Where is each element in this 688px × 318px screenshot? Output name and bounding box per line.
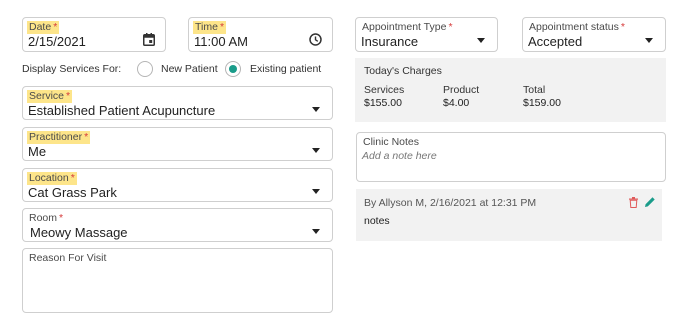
reason-for-visit-textarea[interactable]: Reason For Visit bbox=[22, 248, 333, 313]
note-entry: By Allyson M, 2/16/2021 at 12:31 PM note… bbox=[356, 189, 662, 241]
existing-patient-radio[interactable] bbox=[225, 61, 241, 77]
date-label: Date * bbox=[27, 21, 60, 34]
todays-charges-title: Today's Charges bbox=[364, 65, 442, 77]
edit-icon[interactable] bbox=[644, 196, 656, 208]
charges-product-value: $4.00 bbox=[443, 97, 470, 109]
clinic-notes-input[interactable]: Add a note here bbox=[362, 150, 437, 162]
calendar-icon[interactable] bbox=[143, 33, 155, 46]
date-value[interactable]: 2/15/2021 bbox=[28, 34, 86, 49]
practitioner-label: Practitioner * bbox=[27, 131, 91, 144]
charges-product-header: Product bbox=[443, 84, 480, 96]
charges-services-value: $155.00 bbox=[364, 97, 402, 109]
note-text: notes bbox=[364, 215, 390, 227]
chevron-down-icon[interactable] bbox=[312, 107, 320, 112]
charges-services-header: Services bbox=[364, 84, 405, 96]
service-select[interactable]: Service * Established Patient Acupuncture bbox=[22, 86, 333, 120]
room-label: Room * bbox=[29, 212, 64, 224]
room-select[interactable]: Room * Meowy Massage bbox=[22, 208, 333, 242]
chevron-down-icon[interactable] bbox=[645, 38, 653, 43]
chevron-down-icon[interactable] bbox=[312, 229, 320, 234]
delete-icon[interactable] bbox=[629, 197, 638, 208]
appointment-type-select[interactable]: Appointment Type * Insurance bbox=[355, 17, 498, 52]
clinic-notes-field[interactable]: Clinic Notes Add a note here bbox=[356, 132, 666, 182]
existing-patient-label[interactable]: Existing patient bbox=[250, 63, 321, 75]
appointment-type-value[interactable]: Insurance bbox=[361, 34, 418, 49]
time-value[interactable]: 11:00 AM bbox=[194, 34, 248, 49]
time-label: Time * bbox=[193, 21, 227, 34]
chevron-down-icon[interactable] bbox=[312, 148, 320, 153]
service-label: Service * bbox=[27, 90, 73, 103]
charges-total-header: Total bbox=[523, 84, 546, 96]
location-label: Location * bbox=[27, 172, 77, 185]
note-meta: By Allyson M, 2/16/2021 at 12:31 PM bbox=[364, 197, 537, 209]
time-field[interactable]: Time * 11:00 AM bbox=[188, 17, 333, 52]
display-services-label: Display Services For: bbox=[22, 63, 122, 75]
practitioner-select[interactable]: Practitioner * Me bbox=[22, 127, 333, 161]
clock-icon[interactable] bbox=[309, 33, 322, 46]
appointment-status-value[interactable]: Accepted bbox=[528, 34, 582, 49]
appointment-status-label: Appointment status * bbox=[529, 21, 625, 33]
todays-charges-panel: Today's Charges Services $155.00 Product… bbox=[355, 58, 666, 122]
date-field[interactable]: Date * 2/15/2021 bbox=[22, 17, 166, 52]
appointment-type-label: Appointment Type * bbox=[362, 21, 453, 33]
location-value[interactable]: Cat Grass Park bbox=[28, 185, 117, 200]
appointment-status-select[interactable]: Appointment status * Accepted bbox=[522, 17, 666, 52]
practitioner-value[interactable]: Me bbox=[28, 144, 46, 159]
new-patient-label[interactable]: New Patient bbox=[161, 63, 218, 75]
new-patient-radio[interactable] bbox=[137, 61, 153, 77]
location-select[interactable]: Location * Cat Grass Park bbox=[22, 168, 333, 202]
chevron-down-icon[interactable] bbox=[477, 38, 485, 43]
service-value[interactable]: Established Patient Acupuncture bbox=[28, 103, 215, 118]
chevron-down-icon[interactable] bbox=[312, 189, 320, 194]
charges-total-value: $159.00 bbox=[523, 97, 561, 109]
clinic-notes-label: Clinic Notes bbox=[363, 136, 420, 148]
reason-for-visit-label: Reason For Visit bbox=[29, 252, 107, 264]
room-value[interactable]: Meowy Massage bbox=[30, 225, 128, 240]
